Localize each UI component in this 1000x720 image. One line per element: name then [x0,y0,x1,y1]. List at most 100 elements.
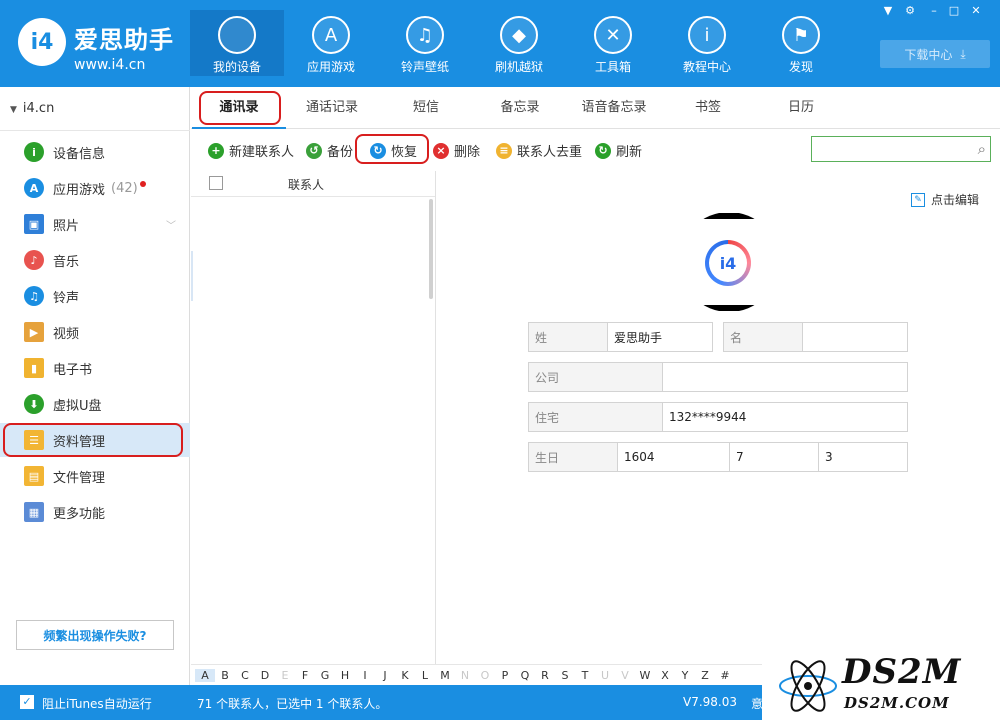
sidebar-item-9[interactable]: ▤ 文件管理 [0,459,190,493]
nav-label: 应用游戏 [306,60,355,74]
nav-item-2[interactable]: ♫ 铃声壁纸 [378,10,472,76]
sidebar-item-10[interactable]: ▦ 更多功能 [0,495,190,529]
alphabet-letter[interactable]: G [315,669,335,682]
alphabet-letter[interactable]: Z [695,669,715,682]
alphabet-letter[interactable]: I [355,669,375,682]
birthday-month[interactable]: 7 [730,443,819,471]
operation-failure-help-button[interactable]: 频繁出现操作失败? [16,620,174,650]
alphabet-letter[interactable]: K [395,669,415,682]
birthday-year[interactable]: 1604 [618,443,730,471]
sidebar-item-label: 虚拟U盘 [53,398,102,414]
shirt-icon[interactable]: ▼ [880,3,896,19]
sidebar-item-4[interactable]: ♫ 铃声 [0,279,190,313]
toolbar-button-1[interactable]: ↺ 备份 [306,141,353,160]
alphabet-letter[interactable]: W [635,669,655,682]
nav-item-0[interactable]: 我的设备 [190,10,284,76]
sidebar-item-0[interactable]: i 设备信息 [0,135,190,169]
surname-value[interactable]: 爱思助手 [608,323,712,351]
alphabet-letter[interactable]: U [595,669,615,682]
alphabet-letter[interactable]: B [215,669,235,682]
alphabet-letter[interactable]: S [555,669,575,682]
alphabet-letter[interactable]: D [255,669,275,682]
tab-4[interactable]: 语音备忘录 [567,87,661,129]
plus-icon: + [208,142,224,159]
alphabet-letter[interactable]: C [235,669,255,682]
sidebar-item-label: 铃声 [53,290,80,306]
tab-1[interactable]: 通话记录 [285,87,379,129]
birthday-field[interactable]: 生日 1604 7 3 [528,442,908,472]
edit-contact-button[interactable]: ✎ 点击编辑 [911,191,979,208]
toolbar-button-0[interactable]: + 新建联系人 [208,141,294,160]
sidebar-item-2[interactable]: ▣ 照片 ﹀ [0,207,190,241]
tab-3[interactable]: 备忘录 [473,87,567,129]
sidebar-item-1[interactable]: A 应用游戏 (42) [0,171,190,205]
search-input[interactable]: ⌕ [811,136,991,162]
alphabet-letter[interactable]: M [435,669,455,682]
toolbar-button-5[interactable]: ↻ 刷新 [595,141,642,160]
alphabet-letter[interactable]: H [335,669,355,682]
scrollbar[interactable] [429,199,433,299]
highlight-box-restore [355,134,429,164]
alphabet-letter[interactable]: A [195,668,215,682]
nav-item-3[interactable]: ◆ 刷机越狱 [472,10,566,76]
alphabet-letter[interactable]: # [715,669,735,682]
chevron-down-icon[interactable]: ﹀ [166,217,176,232]
music-folder-icon: ♫ [406,16,444,54]
contact-list-header: 联系人 [191,171,435,197]
alphabet-letter[interactable]: O [475,669,495,682]
company-value[interactable] [663,363,907,391]
itunes-block-label[interactable]: 阻止iTunes自动运行 [42,695,152,712]
home-phone-value[interactable]: 132****9944 [663,403,907,431]
nav-item-1[interactable]: A 应用游戏 [284,10,378,76]
surname-field[interactable]: 姓 爱思助手 [528,322,713,352]
alphabet-letter[interactable]: Q [515,669,535,682]
company-field[interactable]: 公司 [528,362,908,392]
birthday-day[interactable]: 3 [819,443,907,471]
select-all-checkbox[interactable] [209,176,223,190]
nav-item-6[interactable]: ⚑ 发现 [754,10,848,76]
nav-item-4[interactable]: ✕ 工具箱 [566,10,660,76]
gear-icon[interactable]: ⚙ [902,3,918,19]
alphabet-letter[interactable]: F [295,669,315,682]
given-name-value[interactable] [803,323,907,351]
toolbar-button-label: 新建联系人 [229,145,295,160]
sidebar-item-label: 电子书 [53,362,93,378]
sidebar-item-7[interactable]: ⬇ 虚拟U盘 [0,387,190,421]
home-phone-field[interactable]: 住宅 132****9944 [528,402,908,432]
alphabet-letter[interactable]: X [655,669,675,682]
brand: 爱思助手 www.i4.cn [74,20,174,73]
nav-item-5[interactable]: i 教程中心 [660,10,754,76]
alphabet-letter[interactable]: R [535,669,555,682]
alphabet-letter[interactable]: T [575,669,595,682]
nav-label: 发现 [788,60,813,74]
alphabet-letter[interactable]: E [275,669,295,682]
minimize-icon[interactable]: – [926,3,942,19]
alphabet-letter[interactable]: Y [675,669,695,682]
alphabet-letter[interactable]: N [455,669,475,682]
alphabet-letter[interactable]: V [615,669,635,682]
top-bar: i4 爱思助手 www.i4.cn 我的设备 A 应用游戏 ♫ 铃声壁纸 ◆ 刷机越狱 ✕ 工具… [0,0,1000,87]
tab-6[interactable]: 日历 [754,87,848,129]
itunes-block-checkbox[interactable]: ✓ [20,695,34,709]
tab-2[interactable]: 短信 [379,87,473,129]
tab-5[interactable]: 书签 [661,87,755,129]
sidebar-item-5[interactable]: ▶ 视频 [0,315,190,349]
sidebar-item-6[interactable]: ▮ 电子书 [0,351,190,385]
maximize-icon[interactable]: □ [946,3,962,19]
sidebar-item-label: 音乐 [53,254,80,270]
toolbar-button-3[interactable]: × 删除 [433,141,480,160]
alphabet-letter[interactable]: P [495,669,515,682]
given-name-field[interactable]: 名 [723,322,908,352]
close-icon[interactable]: ✕ [968,3,984,19]
dropbox-box-icon: ◆ [500,16,538,54]
search-icon[interactable]: ⌕ [978,140,986,158]
highlight-box-tab [199,91,281,125]
sidebar-item-3[interactable]: ♪ 音乐 [0,243,190,277]
alphabet-letter[interactable]: L [415,669,435,682]
device-selector[interactable]: ▼ i4.cn [10,101,54,116]
download-center-button[interactable]: 下载中心 ⤓ [880,40,990,68]
toolbar-button-4[interactable]: ≡ 联系人去重 [496,141,582,160]
alphabet-letter[interactable]: J [375,669,395,682]
watermark-url: DS2M.COM [844,694,950,712]
tab-bar: 通讯录 通话记录 短信 备忘录 语音备忘录 书签 日历 [191,87,1000,129]
